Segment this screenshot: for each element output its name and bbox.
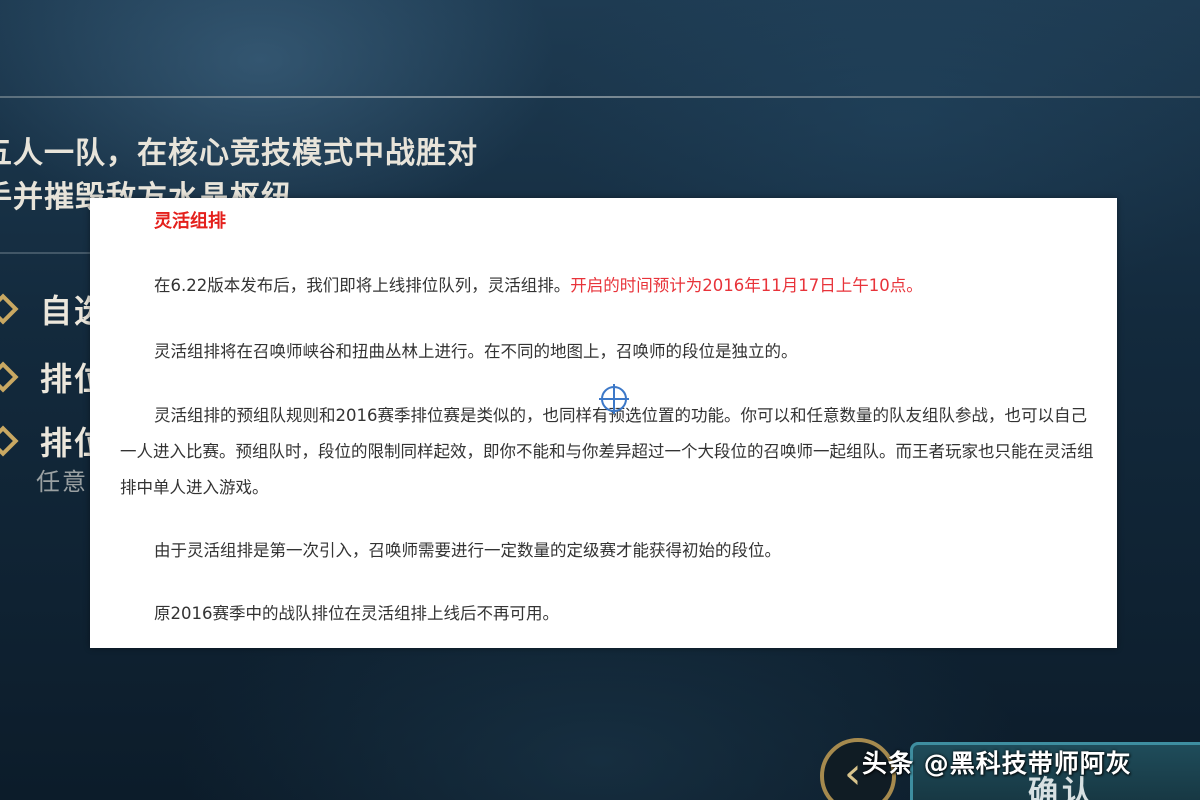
divider: [0, 252, 90, 254]
paragraph: 在6.22版本发布后，我们即将上线排位队列，灵活组排。开启的时间预计为2016年…: [120, 268, 1103, 304]
diamond-icon: [0, 361, 19, 393]
paragraph: 由于灵活组排是第一次引入，召唤师需要进行一定数量的定级赛才能获得初始的段位。: [154, 541, 781, 560]
paragraph: 灵活组排的预组队规则和2016赛季排位赛是类似的，也同样有预选位置的功能。你可以…: [120, 406, 1094, 497]
divider: [0, 96, 1200, 98]
diamond-icon: [0, 293, 19, 325]
paragraph-highlight: 开启的时间预计为2016年11月17日上午10点。: [570, 276, 923, 295]
paragraph-text: 在6.22版本发布后，我们即将上线排位队列，灵活组排。: [154, 276, 571, 295]
crosshair-cursor-icon: [599, 384, 629, 414]
queue-option-sublabel: 任意: [36, 468, 88, 496]
chevron-left-icon: ‹: [844, 748, 862, 799]
diamond-icon: [0, 425, 19, 457]
announcement-document: 灵活组排 在6.22版本发布后，我们即将上线排位队列，灵活组排。开启的时间预计为…: [90, 198, 1117, 648]
document-title: 灵活组排: [154, 211, 226, 232]
paragraph: 原2016赛季中的战队排位在灵活组排上线后不再可用。: [154, 604, 559, 623]
watermark: 头条 @黑科技带师阿灰: [862, 749, 1132, 778]
paragraph: 灵活组排将在召唤师峡谷和扭曲丛林上进行。在不同的地图上，召唤师的段位是独立的。: [154, 342, 798, 361]
